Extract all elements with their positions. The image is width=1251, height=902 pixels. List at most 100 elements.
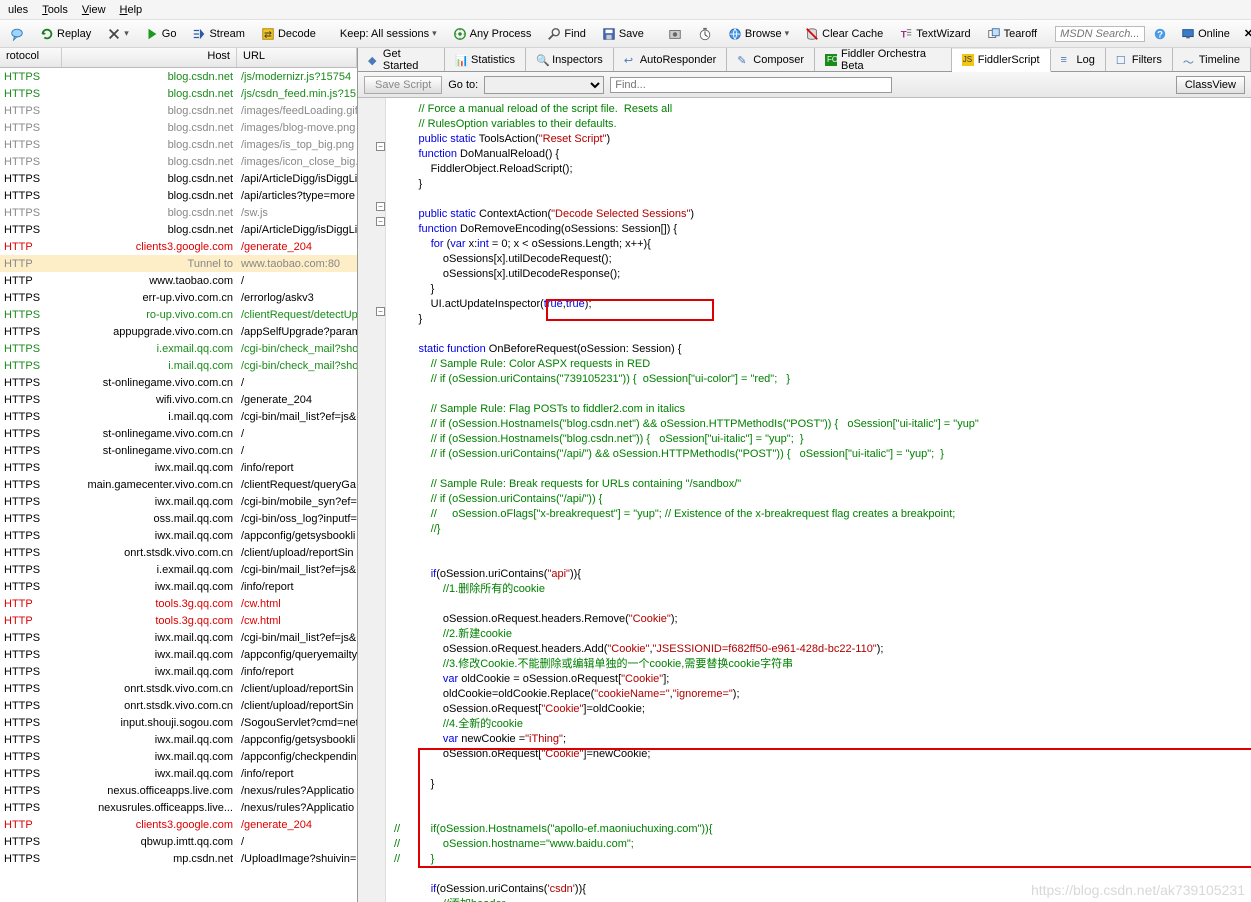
stream-button[interactable]: Stream [186,24,250,44]
session-row[interactable]: HTTPSqbwup.imtt.qq.com/ [0,833,357,850]
session-row[interactable]: HTTPSwifi.vivo.com.cn/generate_204 [0,391,357,408]
session-row[interactable]: HTTPSoss.mail.qq.com/cgi-bin/oss_log?inp… [0,510,357,527]
watermark: https://blog.csdn.net/ak739105231 [1031,883,1245,898]
session-row[interactable]: HTTPSonrt.stsdk.vivo.com.cn/client/uploa… [0,697,357,714]
menubar: ules Tools View Help [0,0,1251,20]
inspector-tabs: ◆Get Started📊Statistics🔍Inspectors↩AutoR… [358,48,1251,72]
session-row[interactable]: HTTPSblog.csdn.net/sw.js [0,204,357,221]
session-row[interactable]: HTTPSst-onlinegame.vivo.com.cn/ [0,374,357,391]
clear-cache-button[interactable]: Clear Cache [799,24,889,44]
session-row[interactable]: HTTPSst-onlinegame.vivo.com.cn/ [0,442,357,459]
comment-button[interactable] [4,24,30,44]
session-row[interactable]: HTTPSi.exmail.qq.com/cgi-bin/check_mail?… [0,340,357,357]
menu-tools[interactable]: Tools [42,4,68,16]
tab-log[interactable]: ≡Log [1051,48,1106,71]
session-list: rotocol Host URL HTTPSblog.csdn.net/js/m… [0,48,358,902]
session-row[interactable]: HTTPSonrt.stsdk.vivo.com.cn/client/uploa… [0,680,357,697]
replay-button[interactable]: Replay [34,24,97,44]
session-row[interactable]: HTTPSiwx.mail.qq.com/info/report [0,459,357,476]
save-button[interactable]: Save [596,24,650,44]
session-row[interactable]: HTTPclients3.google.com/generate_204 [0,816,357,833]
session-row[interactable]: HTTPSnexusrules.officeapps.live.../nexus… [0,799,357,816]
tab-statistics[interactable]: 📊Statistics [445,48,526,71]
session-row[interactable]: HTTPSmain.gamecenter.vivo.com.cn/clientR… [0,476,357,493]
tab-filters[interactable]: ☐Filters [1106,48,1173,71]
online-button[interactable]: Online [1175,24,1236,44]
session-row[interactable]: HTTPSiwx.mail.qq.com/info/report [0,578,357,595]
classview-button[interactable]: ClassView [1176,76,1245,94]
tab-timeline[interactable]: 〜Timeline [1173,48,1251,71]
close-button[interactable]: ✕ [1238,24,1251,43]
tearoff-button[interactable]: Tearoff [981,24,1043,44]
session-row[interactable]: HTTPSblog.csdn.net/api/ArticleDigg/isDig… [0,221,357,238]
svg-text:⇄: ⇄ [264,29,272,40]
session-row[interactable]: HTTPSerr-up.vivo.com.cn/errorlog/askv3 [0,289,357,306]
code-editor[interactable]: − − − − // Force a manual reload of the … [358,98,1251,902]
help-button[interactable]: ? [1147,24,1173,44]
decode-button[interactable]: ⇄Decode [255,24,322,44]
tab-get-started[interactable]: ◆Get Started [358,48,445,71]
session-row[interactable]: HTTPSblog.csdn.net/js/modernizr.js?15754 [0,68,357,85]
tab-inspectors[interactable]: 🔍Inspectors [526,48,614,71]
session-row[interactable]: HTTPSblog.csdn.net/images/blog-move.png [0,119,357,136]
session-row[interactable]: HTTPSinput.shouji.sogou.com/SogouServlet… [0,714,357,731]
session-row[interactable]: HTTPtools.3g.qq.com/cw.html [0,595,357,612]
tab-fiddlerscript[interactable]: JSFiddlerScript [952,49,1051,72]
script-toolbar: Save Script Go to: ClassView [358,72,1251,98]
find-input[interactable] [610,77,892,93]
col-host[interactable]: Host [62,48,237,67]
tab-autoresponder[interactable]: ↩AutoResponder [614,48,727,71]
keep-sessions-dropdown[interactable]: Keep: All sessions ▾ [334,25,443,43]
screenshot-button[interactable] [662,24,688,44]
session-row[interactable]: HTTPSiwx.mail.qq.com/appconfig/checkpend… [0,748,357,765]
menu-view[interactable]: View [82,4,106,16]
timer-button[interactable] [692,24,718,44]
toolbar: Replay ▾ Go Stream ⇄Decode Keep: All ses… [0,20,1251,48]
session-row[interactable]: HTTPSiwx.mail.qq.com/appconfig/getsysboo… [0,527,357,544]
any-process-button[interactable]: Any Process [447,24,538,44]
session-rows[interactable]: HTTPSblog.csdn.net/js/modernizr.js?15754… [0,68,357,902]
session-row[interactable]: HTTPclients3.google.com/generate_204 [0,238,357,255]
session-row[interactable]: HTTPSi.mail.qq.com/cgi-bin/mail_list?ef=… [0,408,357,425]
tab-composer[interactable]: ✎Composer [727,48,815,71]
save-script-button[interactable]: Save Script [364,76,442,94]
tab-fiddler-orchestra-beta[interactable]: FOFiddler Orchestra Beta [815,48,952,71]
goto-label: Go to: [448,79,478,91]
remove-button[interactable]: ▾ [101,24,135,44]
session-row[interactable]: HTTPSblog.csdn.net/js/csdn_feed.min.js?1… [0,85,357,102]
session-row[interactable]: HTTPSmp.csdn.net/UploadImage?shuivin= [0,850,357,867]
session-list-header: rotocol Host URL [0,48,357,68]
session-row[interactable]: HTTPSi.exmail.qq.com/cgi-bin/mail_list?e… [0,561,357,578]
col-url[interactable]: URL [237,48,357,67]
session-row[interactable]: HTTPTunnel towww.taobao.com:80 [0,255,357,272]
session-row[interactable]: HTTPSiwx.mail.qq.com/cgi-bin/mail_list?e… [0,629,357,646]
session-row[interactable]: HTTPSonrt.stsdk.vivo.com.cn/client/uploa… [0,544,357,561]
session-row[interactable]: HTTPSiwx.mail.qq.com/appconfig/getsysboo… [0,731,357,748]
session-row[interactable]: HTTPwww.taobao.com/ [0,272,357,289]
session-row[interactable]: HTTPSi.mail.qq.com/cgi-bin/check_mail?sh… [0,357,357,374]
session-row[interactable]: HTTPSro-up.vivo.com.cn/clientRequest/det… [0,306,357,323]
menu-help[interactable]: Help [120,4,143,16]
session-row[interactable]: HTTPSblog.csdn.net/images/icon_close_big… [0,153,357,170]
session-row[interactable]: HTTPSblog.csdn.net/api/articles?type=mor… [0,187,357,204]
session-row[interactable]: HTTPSiwx.mail.qq.com/info/report [0,765,357,782]
browse-button[interactable]: Browse ▾ [722,24,795,44]
session-row[interactable]: HTTPSst-onlinegame.vivo.com.cn/ [0,425,357,442]
goto-select[interactable] [484,76,604,94]
session-row[interactable]: HTTPSblog.csdn.net/images/feedLoading.gi… [0,102,357,119]
session-row[interactable]: HTTPSappupgrade.vivo.com.cn/appSelfUpgra… [0,323,357,340]
session-row[interactable]: HTTPSiwx.mail.qq.com/appconfig/queryemai… [0,646,357,663]
menu-rules[interactable]: ules [8,4,28,16]
msdn-search-input[interactable] [1055,26,1145,42]
session-row[interactable]: HTTPSiwx.mail.qq.com/cgi-bin/mobile_syn?… [0,493,357,510]
session-row[interactable]: HTTPtools.3g.qq.com/cw.html [0,612,357,629]
session-row[interactable]: HTTPSiwx.mail.qq.com/info/report [0,663,357,680]
go-button[interactable]: Go [139,24,183,44]
textwizard-button[interactable]: TTextWizard [893,24,976,44]
col-protocol[interactable]: rotocol [0,48,62,67]
session-row[interactable]: HTTPSnexus.officeapps.live.com/nexus/rul… [0,782,357,799]
find-button[interactable]: Find [541,24,591,44]
session-row[interactable]: HTTPSblog.csdn.net/api/ArticleDigg/isDig… [0,170,357,187]
svg-text:?: ? [1157,29,1163,40]
session-row[interactable]: HTTPSblog.csdn.net/images/is_top_big.png [0,136,357,153]
